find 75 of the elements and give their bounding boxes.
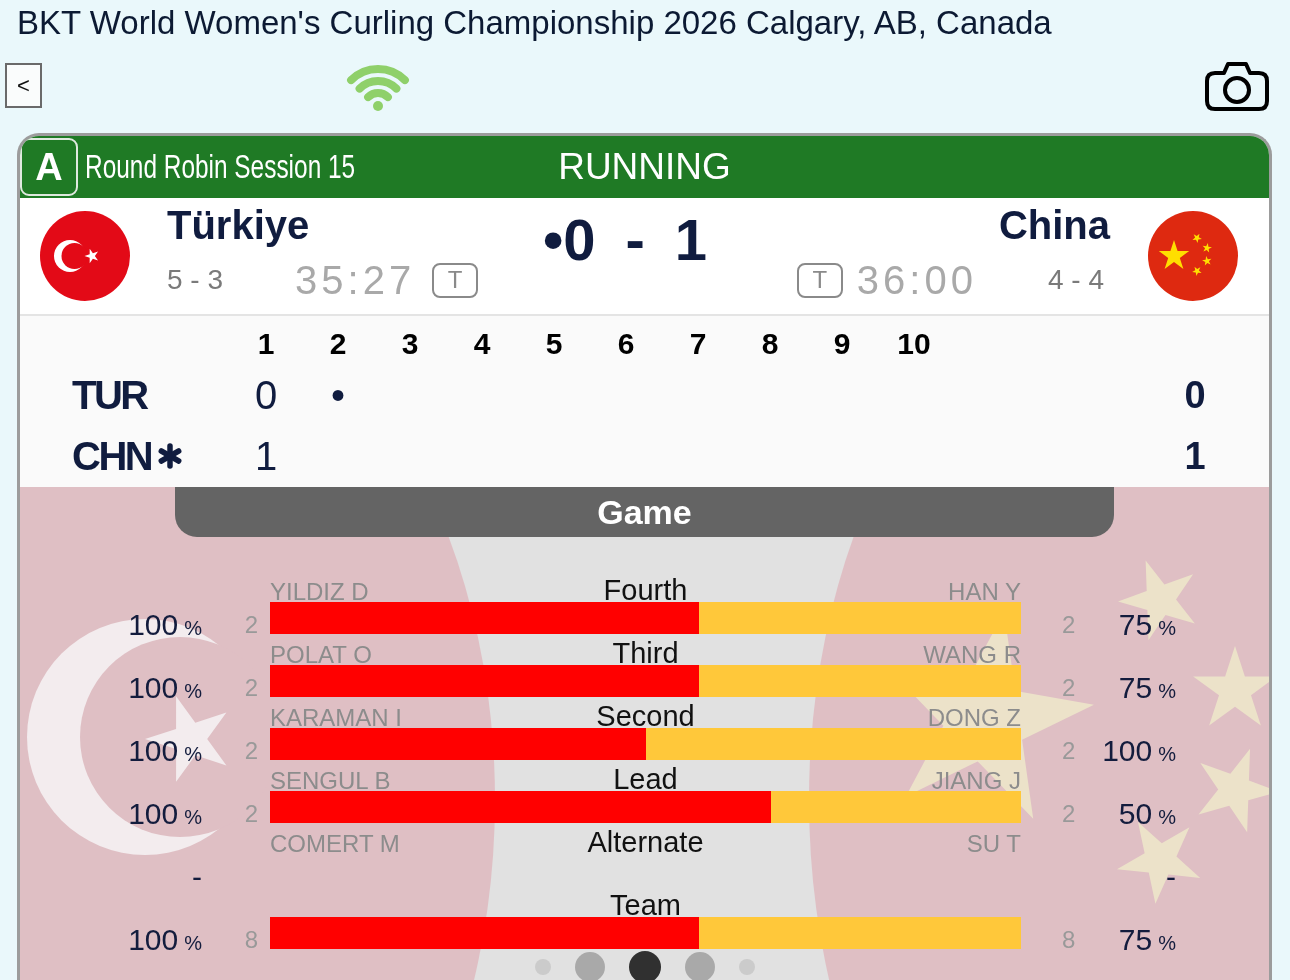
position-label: Lead	[613, 764, 678, 794]
end-number: 2	[329, 327, 347, 361]
accuracy-percent: -	[192, 861, 202, 893]
accuracy-percent: 75 %	[1118, 924, 1176, 958]
shot-count: 8	[244, 925, 258, 955]
end-number: 7	[689, 327, 707, 361]
end-score: 1	[254, 433, 278, 479]
end-number: 10	[897, 327, 931, 361]
session-title: Round Robin Session 15	[85, 148, 356, 186]
accuracy-percent: 100 %	[128, 924, 202, 958]
accuracy-percent: 100 %	[128, 798, 202, 832]
end-number: 3	[401, 327, 419, 361]
camera-icon[interactable]	[1204, 59, 1270, 112]
player-name: WANG R	[923, 641, 1021, 668]
position-label: Team	[610, 890, 681, 920]
team-name: China	[998, 202, 1110, 248]
total-score: 1	[1184, 434, 1206, 478]
accuracy-percent: 100 %	[128, 672, 202, 706]
away-score: 1	[674, 208, 708, 272]
accuracy-percent: -	[1166, 861, 1176, 893]
end-number: 9	[833, 327, 851, 361]
accuracy-percent: 50 %	[1118, 798, 1176, 832]
position-label: Third	[612, 638, 679, 668]
accuracy-percent: 75 %	[1118, 609, 1176, 643]
end-number: 4	[473, 327, 491, 361]
end-score: 0	[254, 372, 278, 418]
player-name: SU T	[966, 830, 1021, 857]
end-score: •	[331, 372, 345, 418]
shot-count: 2	[244, 610, 258, 640]
team-record: 5 - 3	[167, 264, 224, 296]
back-button[interactable]: <	[5, 63, 42, 108]
flag-icon	[1148, 211, 1238, 301]
score-dash: -	[625, 208, 645, 272]
shot-count: 2	[1062, 736, 1076, 766]
team-name: Türkiye	[167, 202, 311, 248]
accuracy-percent: 100 %	[128, 609, 202, 643]
timeout-indicator: T	[796, 262, 843, 298]
page-title: BKT World Women's Curling Championship 2026 Calgary, AB, Canada	[16, 3, 1053, 43]
player-name: SENGUL B	[270, 767, 391, 794]
sheet-letter: A	[20, 138, 78, 196]
shot-count: 8	[1062, 925, 1076, 955]
shot-count: 2	[244, 673, 258, 703]
team-record: 4 - 4	[1047, 264, 1104, 296]
accuracy-percent: 100 %	[128, 735, 202, 769]
game-clock: 35:27	[295, 257, 416, 303]
total-score: 0	[1184, 373, 1206, 417]
end-number: 8	[761, 327, 779, 361]
position-label: Alternate	[587, 827, 704, 857]
end-number: 6	[617, 327, 635, 361]
game-status: RUNNING	[558, 146, 731, 188]
player-name: HAN Y	[948, 578, 1021, 605]
shot-count: 2	[1062, 799, 1076, 829]
accuracy-percent: 100 %	[1102, 735, 1176, 769]
position-label: Fourth	[603, 575, 688, 605]
end-number: 1	[257, 327, 275, 361]
flag-icon	[40, 211, 130, 301]
player-name: POLAT O	[270, 641, 372, 668]
home-score: •0	[542, 208, 596, 272]
player-name: KARAMAN I	[270, 704, 403, 731]
timeout-indicator: T	[432, 262, 479, 298]
player-name: COMERT M	[270, 830, 400, 857]
shot-count: 2	[1062, 673, 1076, 703]
end-number: 5	[545, 327, 563, 361]
game-clock: 36:00	[856, 257, 977, 303]
player-name: DONG Z	[927, 704, 1021, 731]
shot-count: 2	[244, 736, 258, 766]
player-name: JIANG J	[931, 767, 1021, 794]
team-code: TUR	[72, 372, 147, 418]
section-header: Game	[175, 487, 1114, 537]
accuracy-percent: 75 %	[1118, 672, 1176, 706]
team-code: CHN	[72, 433, 152, 479]
position-label: Second	[596, 701, 695, 731]
player-name: YILDIZ D	[270, 578, 369, 605]
shot-count: 2	[1062, 610, 1076, 640]
shot-count: 2	[244, 799, 258, 829]
